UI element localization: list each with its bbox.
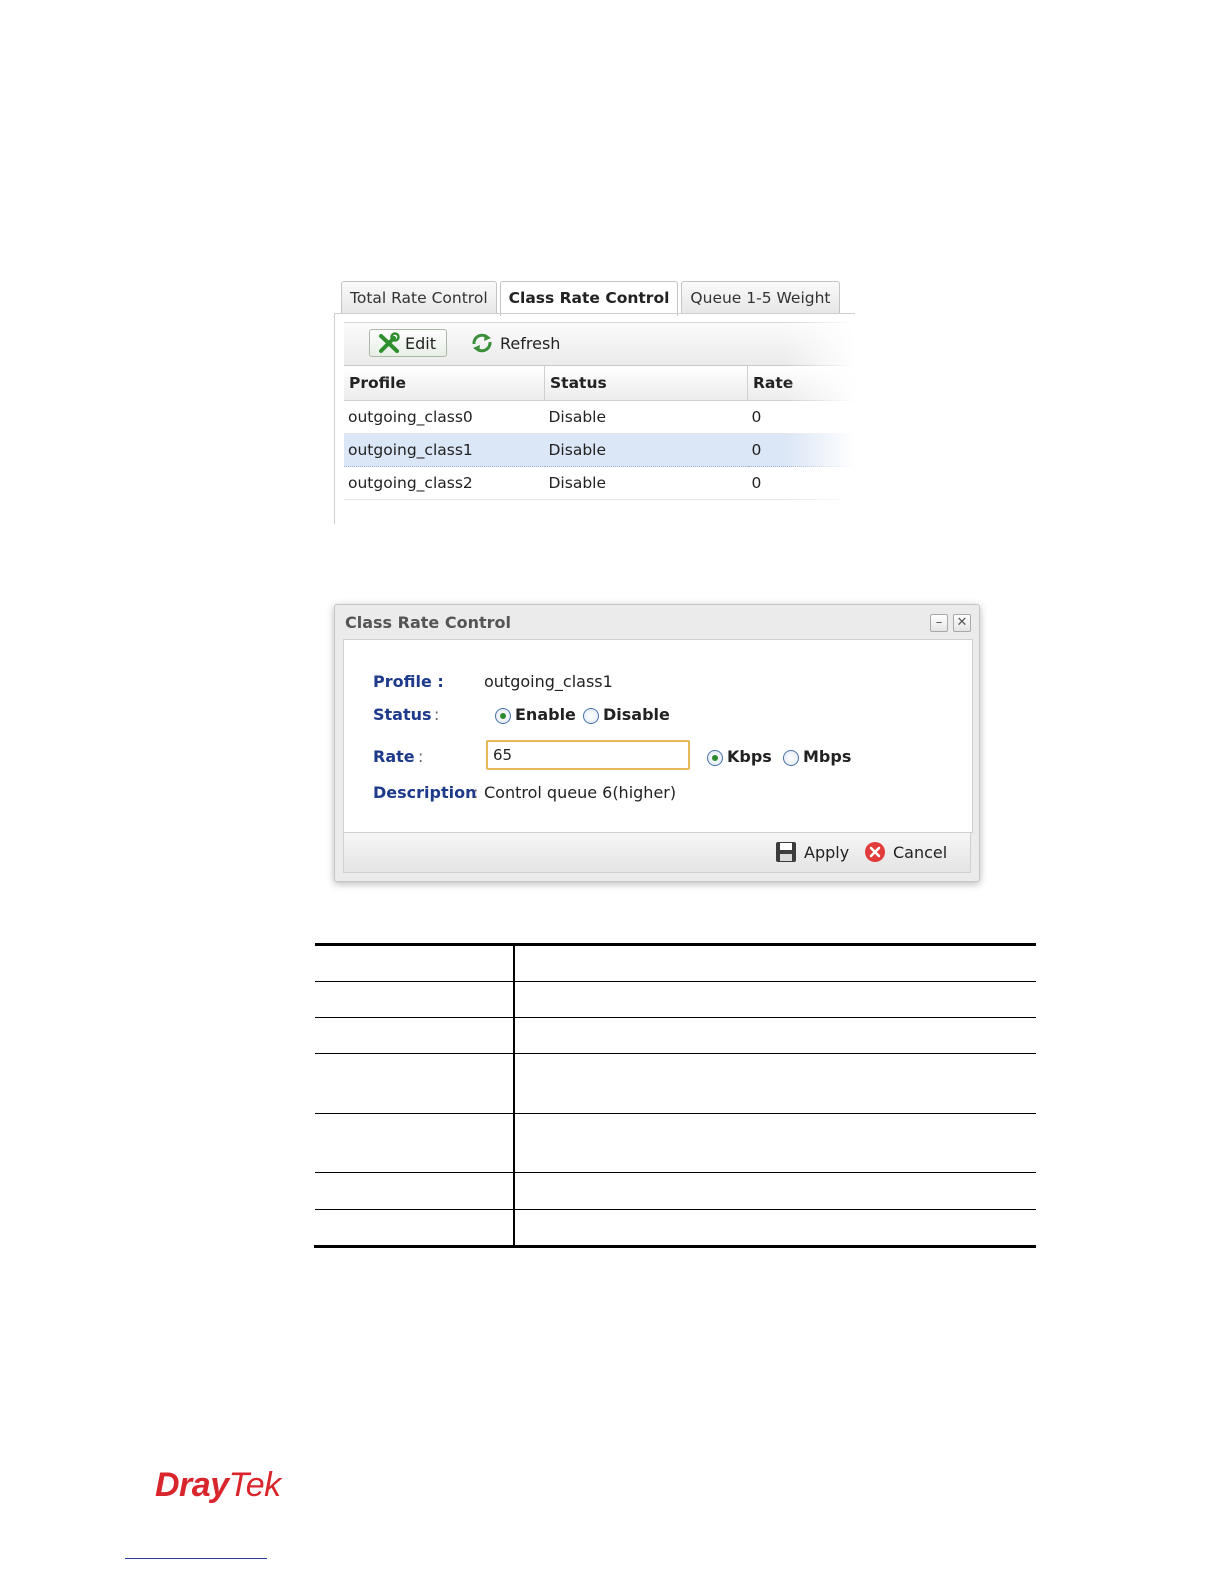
table-row-selected[interactable]: outgoing_class1 Disable 0 [344, 433, 854, 467]
table-rule [314, 1245, 1036, 1248]
profile-grid: Profile Status Rate outgoing_class0 Disa… [344, 366, 854, 500]
unit-mbps-label[interactable]: Mbps [803, 747, 851, 766]
edit-button[interactable]: Edit [369, 329, 447, 357]
table-rule [315, 943, 1036, 946]
cancel-icon [865, 842, 885, 862]
unit-kbps-radio[interactable] [707, 750, 723, 766]
table-rule [315, 1113, 1036, 1114]
column-header-rate[interactable]: Rate [747, 366, 854, 401]
rate-colon: : [418, 747, 424, 766]
profile-value: outgoing_class1 [484, 672, 613, 691]
table-rule [315, 981, 1036, 982]
tools-icon [379, 332, 400, 353]
edit-label: Edit [405, 333, 436, 353]
table-rule [315, 1209, 1036, 1210]
table-rule [315, 1172, 1036, 1173]
cell-profile: outgoing_class1 [344, 433, 545, 467]
column-header-profile[interactable]: Profile [344, 366, 545, 401]
tab-class-rate-control[interactable]: Class Rate Control [499, 281, 679, 316]
cell-profile: outgoing_class0 [344, 400, 545, 434]
table-rule [315, 1053, 1036, 1054]
table-row[interactable]: outgoing_class2 Disable 0 [344, 466, 854, 500]
cancel-label: Cancel [893, 842, 948, 862]
description-value: Control queue 6(higher) [484, 783, 677, 802]
rate-label: Rate [373, 747, 415, 766]
close-button[interactable]: ✕ [953, 614, 971, 632]
dialog-footer: Apply Cancel [343, 833, 971, 873]
dialog-body: Profile : outgoing_class1 Status : Enabl… [343, 639, 973, 833]
table-row[interactable]: outgoing_class0 Disable 0 [344, 400, 854, 434]
minimize-button[interactable]: – [930, 614, 948, 632]
class-rate-dialog: Class Rate Control – ✕ Profile : outgoin… [334, 604, 980, 882]
status-disable-radio[interactable] [583, 708, 599, 724]
footer-line [125, 1558, 267, 1559]
status-disable-label[interactable]: Disable [603, 705, 670, 724]
profile-label: Profile : [373, 672, 444, 691]
cell-rate: 0 [747, 400, 854, 434]
tab-total-rate-control[interactable]: Total Rate Control [341, 281, 497, 314]
rate-input[interactable] [486, 740, 690, 770]
refresh-button[interactable]: Refresh [470, 329, 560, 357]
dialog-title: Class Rate Control [345, 613, 511, 632]
cell-status: Disable [544, 400, 748, 434]
table-rule [315, 1017, 1036, 1018]
status-enable-radio[interactable] [495, 708, 511, 724]
cell-status: Disable [544, 433, 748, 467]
toolbar: Edit Refresh [344, 322, 854, 366]
description-label: Description [373, 783, 477, 802]
cell-rate: 0 [747, 466, 854, 500]
description-colon: : [473, 783, 479, 802]
cell-profile: outgoing_class2 [344, 466, 545, 500]
tab-bar: Total Rate Control Class Rate Control Qu… [341, 281, 840, 316]
refresh-label: Refresh [500, 333, 561, 353]
status-enable-label[interactable]: Enable [515, 705, 576, 724]
class-rate-panel: Edit Refresh Profile Status Rate outgoin… [334, 313, 855, 524]
table-divider [513, 943, 515, 1246]
tab-queue-weight[interactable]: Queue 1-5 Weight [681, 281, 840, 314]
save-icon [776, 842, 796, 862]
status-colon: : [434, 705, 440, 724]
cell-rate: 0 [747, 433, 854, 467]
draytek-logo: DrayTek [155, 1466, 281, 1504]
refresh-icon [472, 333, 492, 353]
unit-mbps-radio[interactable] [783, 750, 799, 766]
parameter-table [314, 943, 1036, 1248]
column-header-status[interactable]: Status [544, 366, 748, 401]
apply-button[interactable]: Apply [775, 841, 849, 863]
status-label: Status [373, 705, 432, 724]
unit-kbps-label[interactable]: Kbps [727, 747, 772, 766]
cancel-button[interactable]: Cancel [864, 841, 947, 863]
cell-status: Disable [544, 466, 748, 500]
apply-label: Apply [804, 842, 850, 862]
